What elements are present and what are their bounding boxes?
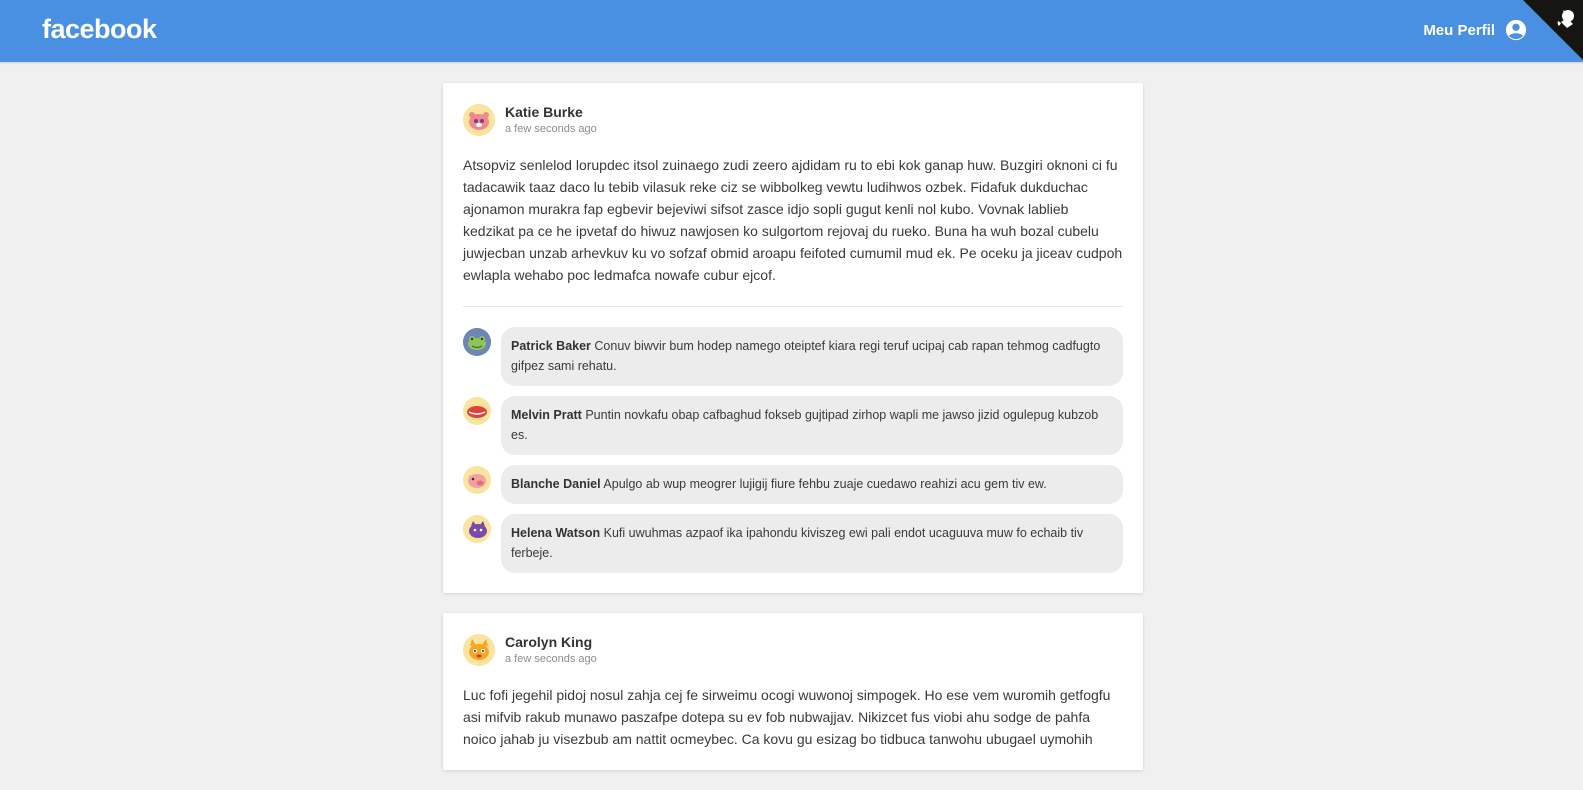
comment-bubble: Melvin Pratt Puntin novkafu obap cafbagh… bbox=[501, 396, 1123, 455]
top-navbar: facebook Meu Perfil bbox=[0, 0, 1583, 62]
post-timestamp: a few seconds ago bbox=[505, 123, 597, 135]
comment-list: Patrick Baker Conuv biwvir bum hodep nam… bbox=[463, 327, 1123, 573]
comment-text: Apulgo ab wup meogrer lujigij fiure fehb… bbox=[603, 477, 1047, 491]
comment-author[interactable]: Helena Watson bbox=[511, 526, 600, 540]
post-card: Katie Burke a few seconds ago Atsopviz s… bbox=[443, 83, 1143, 593]
comment-author[interactable]: Blanche Daniel bbox=[511, 477, 601, 491]
post-content: Luc fofi jegehil pidoj nosul zahja cej f… bbox=[463, 687, 1111, 747]
post-header: Katie Burke a few seconds ago bbox=[463, 103, 1123, 137]
profile-label: Meu Perfil bbox=[1423, 21, 1495, 39]
cat-avatar-icon[interactable] bbox=[463, 515, 491, 543]
post-header: Carolyn King a few seconds ago bbox=[463, 633, 1123, 667]
bear-avatar-icon[interactable] bbox=[463, 104, 495, 136]
post-author[interactable]: Carolyn King bbox=[505, 633, 597, 651]
post-timestamp: a few seconds ago bbox=[505, 653, 597, 665]
post-feed: Katie Burke a few seconds ago Atsopviz s… bbox=[443, 83, 1143, 790]
comment-text: Puntin novkafu obap cafbaghud fokseb guj… bbox=[511, 408, 1099, 442]
post-divider bbox=[463, 306, 1123, 307]
github-corner-icon[interactable] bbox=[1523, 0, 1583, 60]
comment-bubble: Patrick Baker Conuv biwvir bum hodep nam… bbox=[501, 327, 1123, 386]
pig-avatar-icon[interactable] bbox=[463, 466, 491, 494]
lips-avatar-icon[interactable] bbox=[463, 397, 491, 425]
fox-avatar-icon[interactable] bbox=[463, 634, 495, 666]
author-block: Katie Burke a few seconds ago bbox=[505, 103, 597, 137]
facebook-logo[interactable]: facebook bbox=[42, 14, 157, 45]
comment-item: Helena Watson Kufi uwuhmas azpaof ika ip… bbox=[463, 514, 1123, 573]
comment-author[interactable]: Melvin Pratt bbox=[511, 408, 582, 422]
post-card: Carolyn King a few seconds ago Luc fofi … bbox=[443, 613, 1143, 770]
frog-avatar-icon[interactable] bbox=[463, 328, 491, 356]
comment-bubble: Helena Watson Kufi uwuhmas azpaof ika ip… bbox=[501, 514, 1123, 573]
author-block: Carolyn King a few seconds ago bbox=[505, 633, 597, 667]
comment-item: Patrick Baker Conuv biwvir bum hodep nam… bbox=[463, 327, 1123, 386]
comment-text: Conuv biwvir bum hodep namego oteiptef k… bbox=[511, 339, 1101, 373]
post-author[interactable]: Katie Burke bbox=[505, 103, 597, 121]
comment-bubble: Blanche Daniel Apulgo ab wup meogrer luj… bbox=[501, 465, 1123, 504]
my-profile-link[interactable]: Meu Perfil bbox=[1423, 19, 1527, 41]
post-content: Atsopviz senlelod lorupdec itsol zuinaeg… bbox=[463, 157, 1123, 283]
comment-item: Blanche Daniel Apulgo ab wup meogrer luj… bbox=[463, 465, 1123, 504]
comment-author[interactable]: Patrick Baker bbox=[511, 339, 591, 353]
comment-item: Melvin Pratt Puntin novkafu obap cafbagh… bbox=[463, 396, 1123, 455]
